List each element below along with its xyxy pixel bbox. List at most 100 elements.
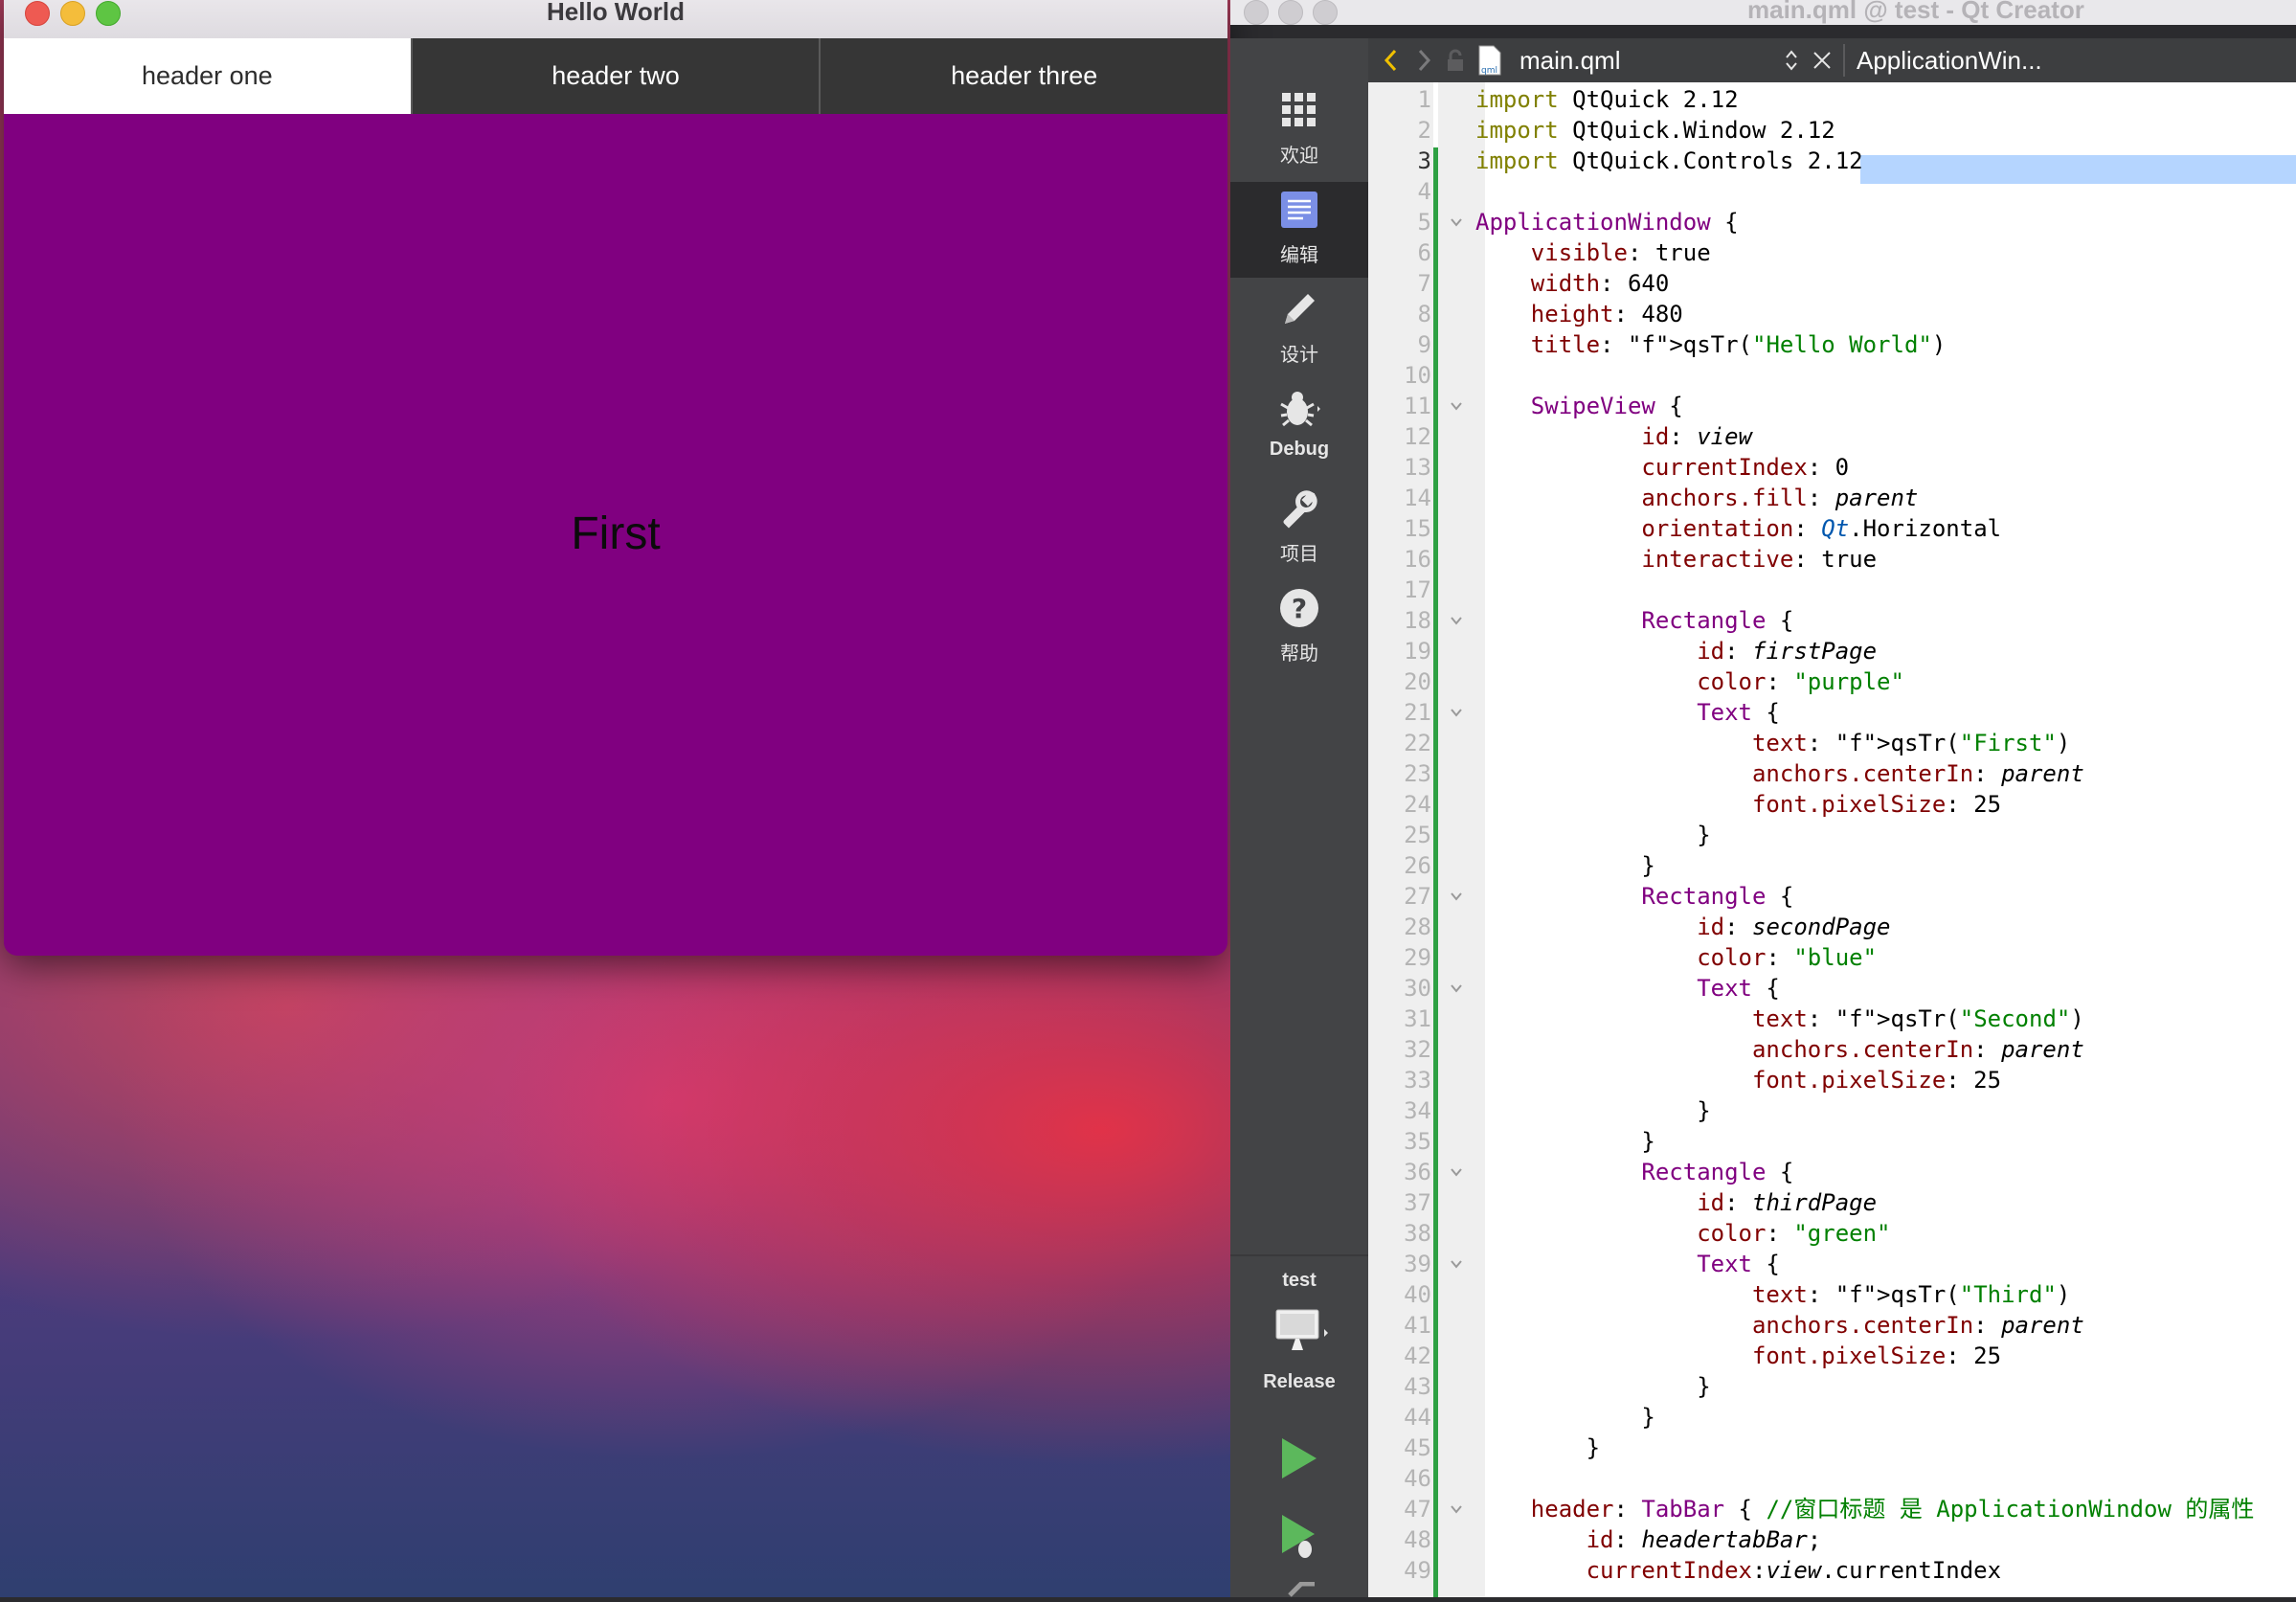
code-line[interactable]: 41 anchors.centerIn: parent [1368,1310,2296,1341]
code-line[interactable]: 22 text: "f">qsTr("First") [1368,728,2296,758]
build-config-label: Release [1263,1371,1336,1392]
code-line[interactable]: 43 } [1368,1371,2296,1402]
code-line[interactable]: 45 } [1368,1433,2296,1463]
line-number: 48 [1404,1526,1431,1553]
mode-welcome[interactable]: 欢迎 [1230,82,1368,178]
line-number: 42 [1404,1343,1431,1369]
qt-close-button[interactable] [1244,0,1269,25]
code-line[interactable]: 16 interactive: true [1368,544,2296,575]
qt-zoom-button[interactable] [1313,0,1338,25]
code-line[interactable]: 3 import QtQuick.Controls 2.12 [1368,146,2296,176]
mode-edit[interactable]: 编辑 [1230,182,1368,278]
open-file-name[interactable]: main.qml [1519,38,1620,82]
code-text: id: headertabBar; [1586,1526,1822,1553]
lock-icon[interactable] [1445,38,1466,82]
window-title: Hello World [547,0,685,26]
code-line[interactable]: 26 } [1368,850,2296,881]
code-line[interactable]: 47 header: TabBar { //窗口标题 是 Application… [1368,1494,2296,1524]
code-line[interactable]: 32 anchors.centerIn: parent [1368,1034,2296,1065]
code-line[interactable]: 36 Rectangle { [1368,1157,2296,1187]
code-line[interactable]: 49 currentIndex:view.currentIndex [1368,1555,2296,1586]
build-hammer-icon[interactable] [1288,1581,1317,1602]
qt-minimize-button[interactable] [1278,0,1303,25]
fold-chevron-icon[interactable] [1447,973,1466,1004]
line-number: 45 [1404,1434,1431,1461]
code-line[interactable]: 18 Rectangle { [1368,605,2296,636]
code-line[interactable]: 23 anchors.centerIn: parent [1368,758,2296,789]
code-text: anchors.centerIn: parent [1751,760,2084,787]
code-text: orientation: Qt.Horizontal [1641,515,2002,542]
code-line[interactable]: 21 Text { [1368,697,2296,728]
forward-arrow-icon[interactable] [1414,38,1433,82]
code-line[interactable]: 7 width: 640 [1368,268,2296,299]
mode-debug[interactable]: Debug [1230,381,1368,477]
code-line[interactable]: 8 height: 480 [1368,299,2296,329]
code-text: import QtQuick.Controls 2.12 [1475,147,1863,174]
code-line[interactable]: 48 id: headertabBar; [1368,1524,2296,1555]
code-line[interactable]: 20 color: "purple" [1368,666,2296,697]
code-text: title: "f">qsTr("Hello World") [1530,331,1947,358]
file-chooser-updown-icon[interactable] [1784,38,1799,82]
code-line[interactable]: 37 id: thirdPage [1368,1187,2296,1218]
fold-chevron-icon[interactable] [1447,881,1466,912]
code-line[interactable]: 31 text: "f">qsTr("Second") [1368,1004,2296,1034]
close-document-icon[interactable] [1811,38,1834,82]
code-line[interactable]: 46 [1368,1463,2296,1494]
code-text: text: "f">qsTr("Third") [1751,1281,2071,1308]
code-line[interactable]: 9 title: "f">qsTr("Hello World") [1368,329,2296,360]
code-line[interactable]: 12 id: view [1368,421,2296,452]
code-line[interactable]: 42 font.pixelSize: 25 [1368,1341,2296,1371]
line-number: 29 [1404,944,1431,971]
code-line[interactable]: 33 font.pixelSize: 25 [1368,1065,2296,1095]
code-line[interactable]: 11 SwipeView { [1368,391,2296,421]
code-line[interactable]: 25 } [1368,820,2296,850]
code-text: currentIndex:view.currentIndex [1586,1557,2002,1584]
code-line[interactable]: 10 [1368,360,2296,391]
code-line[interactable]: 1 import QtQuick 2.12 [1368,84,2296,115]
code-line[interactable]: 29 color: "blue" [1368,942,2296,973]
code-text: Rectangle { [1641,607,1794,634]
code-line[interactable]: 38 color: "green" [1368,1218,2296,1249]
fold-chevron-icon[interactable] [1447,207,1466,237]
symbol-selector[interactable]: ApplicationWin... [1857,38,2042,82]
code-line[interactable]: 40 text: "f">qsTr("Third") [1368,1279,2296,1310]
code-line[interactable]: 30 Text { [1368,973,2296,1004]
code-line[interactable]: 44 } [1368,1402,2296,1433]
code-line[interactable]: 27 Rectangle { [1368,881,2296,912]
fold-chevron-icon[interactable] [1447,605,1466,636]
code-line[interactable]: 13 currentIndex: 0 [1368,452,2296,483]
back-arrow-icon[interactable] [1382,38,1401,82]
code-line[interactable]: 19 id: firstPage [1368,636,2296,666]
run-icon[interactable] [1278,1436,1320,1485]
code-editor[interactable]: 1 import QtQuick 2.12 2 import QtQuick.Wind… [1368,82,2296,1597]
line-number: 17 [1404,576,1431,603]
code-line[interactable]: 4 [1368,176,2296,207]
code-text: } [1475,852,1655,879]
tab-header-two[interactable]: header two [410,38,820,114]
tab-header-three[interactable]: header three [819,38,1227,114]
fold-chevron-icon[interactable] [1447,391,1466,421]
monitor-icon[interactable] [1274,1308,1332,1361]
mode-help[interactable]: ? 帮助 [1230,580,1368,676]
line-number: 27 [1404,883,1431,910]
code-line[interactable]: 24 font.pixelSize: 25 [1368,789,2296,820]
mode-projects[interactable]: 项目 [1230,481,1368,576]
fold-chevron-icon[interactable] [1447,697,1466,728]
code-line[interactable]: 17 [1368,575,2296,605]
line-number: 31 [1404,1005,1431,1032]
mode-design[interactable]: 设计 [1230,282,1368,377]
code-line[interactable]: 2 import QtQuick.Window 2.12 [1368,115,2296,146]
code-line[interactable]: 15 orientation: Qt.Horizontal [1368,513,2296,544]
code-line[interactable]: 5 ApplicationWindow { [1368,207,2296,237]
tab-header-one[interactable]: header one [4,38,411,114]
code-line[interactable]: 34 } [1368,1095,2296,1126]
fold-chevron-icon[interactable] [1447,1249,1466,1279]
code-line[interactable]: 28 id: secondPage [1368,912,2296,942]
debug-run-icon[interactable] [1278,1513,1320,1566]
code-line[interactable]: 35 } [1368,1126,2296,1157]
code-line[interactable]: 39 Text { [1368,1249,2296,1279]
fold-chevron-icon[interactable] [1447,1157,1466,1187]
code-line[interactable]: 14 anchors.fill: parent [1368,483,2296,513]
code-line[interactable]: 6 visible: true [1368,237,2296,268]
fold-chevron-icon[interactable] [1447,1494,1466,1524]
